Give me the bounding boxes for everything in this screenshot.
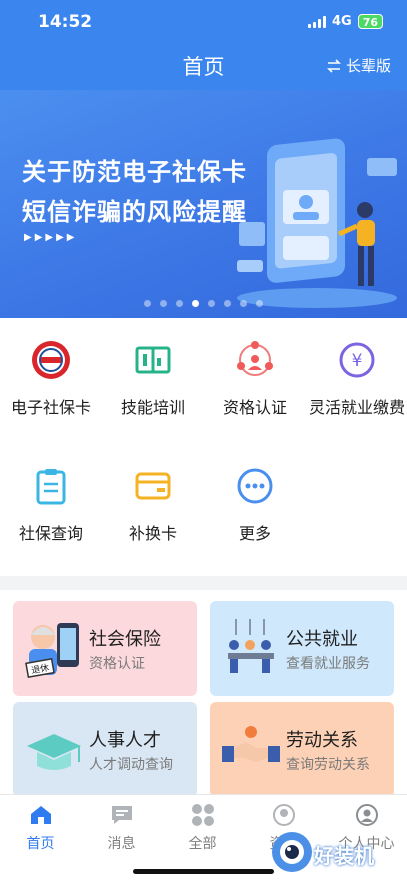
elder-mode-button[interactable]: 长辈版: [326, 55, 391, 76]
banner-arrows: ▶▶▶▶▶: [24, 232, 78, 243]
handshake-icon: [222, 726, 280, 762]
service-grid: 电子社保卡 技能培训 资格认证 ¥ 灵活就业缴费 社保查询 补换卡 更多: [0, 318, 407, 576]
service-label: 电子社保卡: [10, 398, 91, 417]
service-insurance-query[interactable]: 社保查询: [0, 466, 102, 544]
service-flexible-payment[interactable]: ¥ 灵活就业缴费: [306, 340, 407, 418]
card-title: 社会保险: [89, 629, 161, 650]
banner-dot[interactable]: [144, 300, 151, 307]
card-subtitle: 资格认证: [89, 656, 145, 672]
card-title: 劳动关系: [286, 730, 358, 751]
watermark-logo-icon: [272, 832, 312, 872]
book-icon: [135, 346, 171, 374]
signal-icon: [307, 15, 326, 28]
home-indicator: [133, 869, 274, 874]
service-skill-training[interactable]: 技能培训: [102, 340, 204, 418]
card-title: 公共就业: [286, 629, 358, 650]
card-labor-relations[interactable]: 劳动关系 查询劳动关系: [210, 702, 394, 794]
banner-dot[interactable]: [160, 300, 167, 307]
service-label: 资格认证: [222, 398, 287, 417]
watermark-text: 好装机: [314, 844, 374, 868]
card-personnel-talent[interactable]: 人事人才 人才调动查询: [13, 702, 197, 794]
graduation-cap-icon: [27, 734, 81, 770]
svg-text:¥: ¥: [352, 351, 363, 371]
more-dots-icon: [237, 468, 273, 504]
banner-dot[interactable]: [192, 300, 199, 307]
card-subtitle: 查看就业服务: [286, 656, 370, 672]
promo-banner[interactable]: 关于防范电子社保卡 短信诈骗的风险提醒 ▶▶▶▶▶: [0, 90, 407, 318]
card-public-employment[interactable]: 公共就业 查看就业服务: [210, 601, 394, 696]
service-label: 技能培训: [120, 398, 185, 417]
service-qualification[interactable]: 资格认证: [204, 340, 306, 418]
watermark: 好装机: [270, 828, 400, 878]
section-divider: [0, 576, 407, 590]
service-card-replacement[interactable]: 补换卡: [102, 466, 204, 544]
yuan-coin-icon: ¥: [339, 342, 375, 378]
tab-messages[interactable]: 消息: [81, 803, 162, 853]
card-icon: [135, 472, 171, 500]
banner-dot[interactable]: [208, 300, 215, 307]
banner-dot[interactable]: [176, 300, 183, 307]
tab-label: 消息: [107, 836, 136, 852]
service-label: 社保查询: [18, 524, 83, 543]
person-icon: [355, 804, 378, 826]
service-more[interactable]: 更多: [204, 466, 306, 544]
elder-mode-label: 长辈版: [345, 57, 391, 75]
banner-dot[interactable]: [256, 300, 263, 307]
tab-label: 全部: [188, 836, 217, 852]
banner-line-2: 短信诈骗的风险提醒: [22, 198, 247, 226]
switch-arrows-icon: [327, 58, 341, 73]
home-icon: [30, 806, 51, 824]
card-subtitle: 查询劳动关系: [286, 757, 370, 773]
network-type: 4G: [331, 14, 352, 29]
elderly-phone-icon: 退休: [25, 623, 79, 679]
meeting-icon: [228, 619, 274, 673]
card-subtitle: 人才调动查询: [89, 757, 173, 773]
news-icon: [272, 804, 295, 826]
battery-icon: 76: [357, 14, 383, 29]
banner-dot[interactable]: [240, 300, 247, 307]
tab-label: 首页: [26, 836, 55, 852]
card-title: 人事人才: [89, 730, 161, 751]
tab-all[interactable]: 全部: [162, 803, 243, 853]
service-label: 灵活就业缴费: [308, 398, 405, 417]
grid-icon: [191, 804, 214, 826]
banner-dot[interactable]: [224, 300, 231, 307]
service-label: 更多: [238, 524, 271, 543]
phone-illustration-icon: [237, 138, 397, 308]
header: 14:52 4G 76 首页 长辈版: [0, 0, 407, 90]
banner-line-1: 关于防范电子社保卡: [22, 158, 247, 186]
banner-pagination: [0, 300, 407, 307]
service-label: 补换卡: [128, 524, 177, 543]
status-indicators: 4G 76: [307, 14, 383, 29]
social-security-seal-icon: [32, 341, 70, 379]
service-e-card[interactable]: 电子社保卡: [0, 340, 102, 418]
people-network-icon: [237, 341, 273, 376]
message-icon: [111, 806, 132, 824]
category-cards: 退休 社会保险 资格认证 公共就业 查看就业服务 人事人才 人才调动查询 劳动关…: [0, 590, 407, 794]
card-social-insurance[interactable]: 退休 社会保险 资格认证: [13, 601, 197, 696]
status-time: 14:52: [38, 12, 93, 32]
tab-home[interactable]: 首页: [0, 803, 81, 853]
clipboard-icon: [36, 469, 66, 505]
